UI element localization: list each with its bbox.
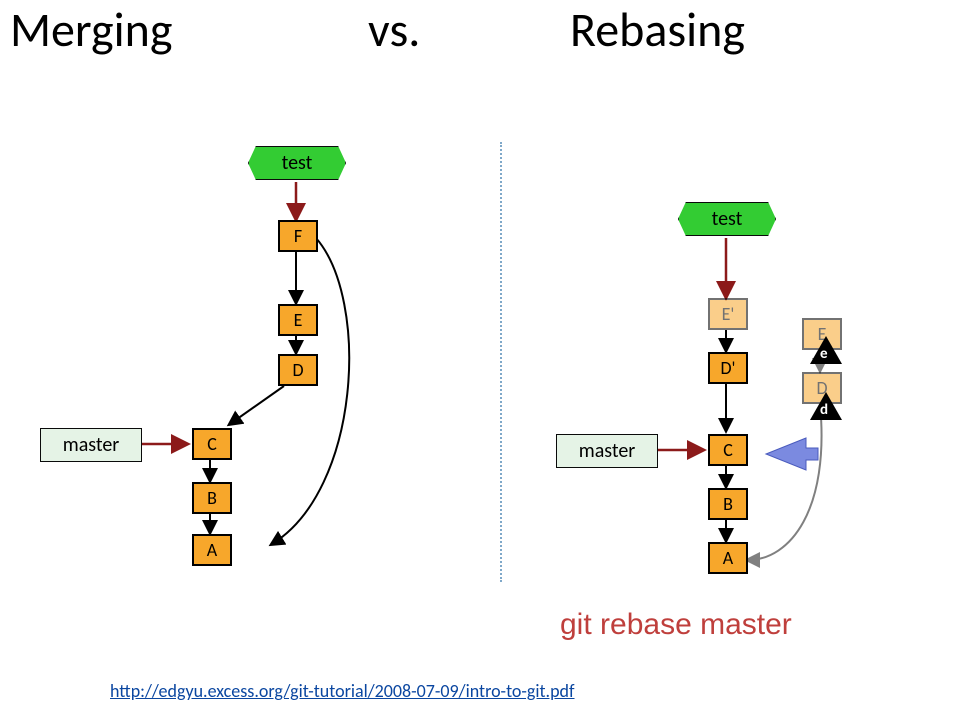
delta-d-icon: d — [810, 392, 842, 420]
commit-B-right: B — [708, 488, 748, 520]
commit-B-left: B — [192, 482, 232, 514]
commit-C-left: C — [192, 428, 232, 460]
commit-D-left: D — [278, 354, 318, 386]
branch-tag-master-left: master — [40, 428, 142, 462]
title-right: Rebasing — [570, 0, 745, 59]
divider — [500, 142, 502, 582]
source-link[interactable]: http://edgyu.excess.org/git-tutorial/200… — [110, 680, 575, 702]
delta-e-icon: e — [810, 336, 842, 364]
commit-A-left: A — [192, 534, 232, 566]
branch-tag-master-right: master — [556, 434, 658, 468]
title-mid: vs. — [368, 0, 420, 59]
commit-E-left: E — [278, 304, 318, 336]
commit-A-right: A — [708, 542, 748, 574]
commit-Dp-right: D' — [708, 352, 748, 384]
command-caption: git rebase master — [560, 608, 792, 642]
branch-tag-test-left: test — [248, 146, 346, 180]
commit-F-left: F — [278, 220, 318, 252]
commit-Ep-right: E' — [708, 298, 748, 330]
branch-tag-test-right: test — [678, 202, 776, 236]
commit-C-right: C — [708, 434, 748, 466]
title-left: Merging — [10, 0, 172, 59]
